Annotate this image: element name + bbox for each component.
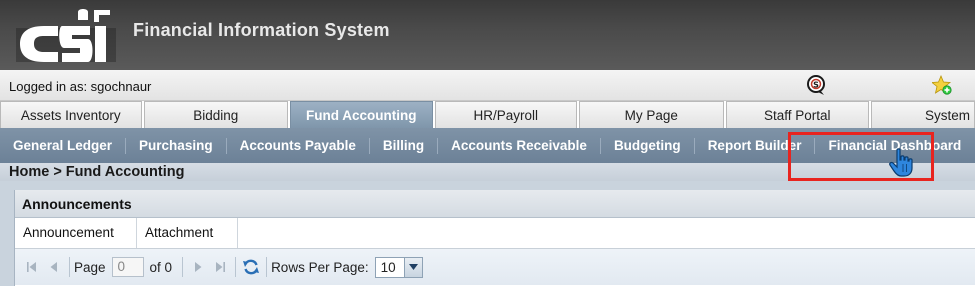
tab-system[interactable]: System (871, 101, 975, 128)
app-banner: Financial Information System (0, 0, 975, 70)
logged-in-user: Logged in as: sgochnaur (9, 79, 152, 94)
first-page-icon[interactable] (21, 257, 43, 277)
subnav-general-ledger[interactable]: General Ledger (0, 137, 127, 154)
app-title: Financial Information System (133, 20, 390, 40)
hand-cursor-icon (889, 148, 913, 177)
tab-fund-accounting[interactable]: Fund Accounting (290, 101, 433, 128)
rows-per-page-label: Rows Per Page: (271, 259, 369, 275)
user-bar: Logged in as: sgochnaur S (0, 70, 975, 101)
previous-page-icon[interactable] (43, 257, 65, 277)
subnav-accounts-payable[interactable]: Accounts Payable (227, 137, 370, 154)
sub-navigation: General Ledger Purchasing Accounts Payab… (0, 128, 975, 163)
subnav-accounts-receivable[interactable]: Accounts Receivable (438, 137, 601, 154)
breadcrumb-bar: Home > Fund Accounting (0, 163, 975, 181)
tab-bidding[interactable]: Bidding (143, 101, 289, 128)
announcements-panel: Announcements Announcement Attachment Pa… (14, 190, 975, 286)
announcements-title: Announcements (15, 190, 975, 218)
tab-my-page[interactable]: My Page (579, 101, 724, 128)
last-page-icon[interactable] (209, 257, 231, 277)
rows-per-page-value: 10 (380, 259, 396, 275)
pager-separator (182, 257, 184, 277)
tab-assets-inventory[interactable]: Assets Inventory (0, 101, 142, 128)
tab-hr-payroll[interactable]: HR/Payroll (434, 101, 578, 128)
add-favorite-icon[interactable] (932, 75, 952, 95)
pager-separator (235, 257, 237, 277)
page-count-label: of 0 (149, 259, 173, 275)
chevron-down-icon[interactable] (403, 257, 422, 277)
pager-separator (69, 257, 70, 277)
subnav-purchasing[interactable]: Purchasing (126, 137, 227, 154)
page-number-input[interactable]: 0 (111, 257, 144, 277)
page-label: Page (74, 259, 106, 275)
column-header-announcement[interactable]: Announcement (15, 218, 137, 248)
svg-text:S: S (813, 81, 819, 90)
refresh-icon[interactable] (240, 257, 262, 277)
next-page-icon[interactable] (187, 257, 209, 277)
column-header-attachment[interactable]: Attachment (137, 218, 238, 248)
main-tabs: Assets Inventory Bidding Fund Accounting… (0, 101, 975, 128)
subnav-budgeting[interactable]: Budgeting (601, 137, 695, 154)
pager-toolbar: Page 0 of 0 Rows Per Page: 10 (15, 249, 975, 285)
csi-logo (16, 9, 116, 62)
rows-per-page-select[interactable]: 10 (374, 256, 423, 278)
subnav-report-builder[interactable]: Report Builder (695, 137, 816, 154)
tab-staff-portal[interactable]: Staff Portal (725, 101, 870, 128)
pager-separator (266, 257, 268, 277)
subnav-billing[interactable]: Billing (370, 137, 439, 154)
announcements-grid-header: Announcement Attachment (15, 218, 975, 249)
breadcrumb: Home > Fund Accounting (9, 164, 185, 180)
support-icon[interactable]: S (806, 74, 826, 96)
